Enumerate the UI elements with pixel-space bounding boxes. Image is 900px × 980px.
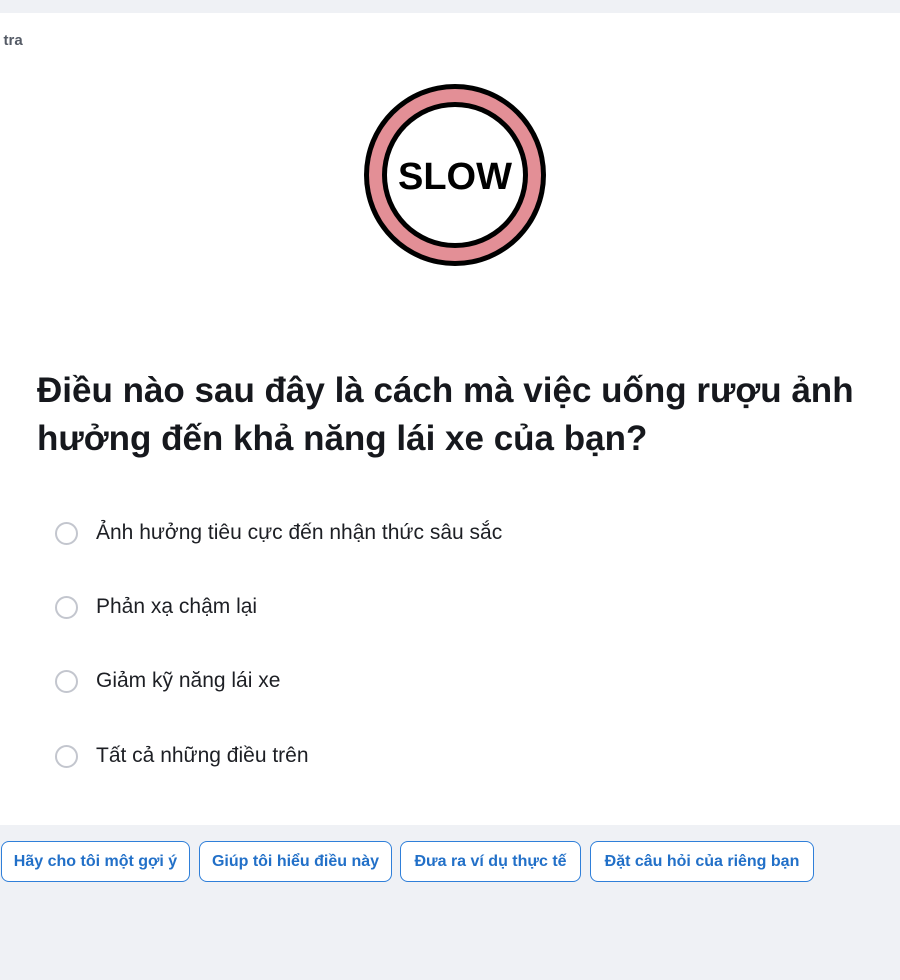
explain-button[interactable]: Giúp tôi hiểu điều này <box>199 841 392 882</box>
ask-question-button[interactable]: Đặt câu hỏi của riêng bạn <box>590 841 814 882</box>
option-label: Phản xạ chậm lại <box>96 595 258 618</box>
example-button[interactable]: Đưa ra ví dụ thực tế <box>400 841 581 882</box>
option-4[interactable]: Tất cả những điều trên <box>55 741 309 771</box>
option-label: Giảm kỹ năng lái xe <box>96 669 281 692</box>
radio-button[interactable] <box>55 744 78 768</box>
option-label: Ảnh hưởng tiêu cực đến nhận thức sâu sắc <box>96 521 503 544</box>
option-3[interactable]: Giảm kỹ năng lái xe <box>55 666 280 696</box>
radio-button[interactable] <box>55 521 78 545</box>
question-text: Điều nào sau đây là cách mà việc uống rư… <box>37 371 854 458</box>
option-2[interactable]: Phản xạ chậm lại <box>55 592 257 622</box>
hint-button[interactable]: Hãy cho tôi một gợi ý <box>1 841 190 882</box>
slow-sign-image: SLOW <box>364 84 546 266</box>
sign-text: SLOW <box>398 156 512 198</box>
section-tag: m tra <box>0 32 23 49</box>
option-label: Tất cả những điều trên <box>96 744 309 767</box>
radio-button[interactable] <box>55 595 78 619</box>
radio-button[interactable] <box>55 669 78 693</box>
option-1[interactable]: Ảnh hưởng tiêu cực đến nhận thức sâu sắc <box>55 518 502 548</box>
